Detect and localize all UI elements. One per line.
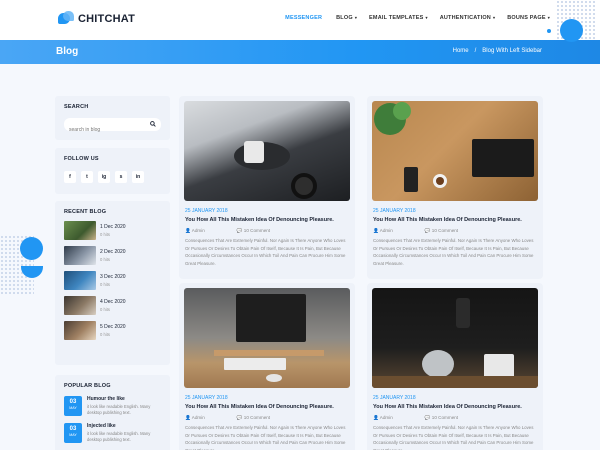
post-author: 👤 Admin — [373, 415, 393, 420]
chevron-down-icon: ▾ — [425, 15, 428, 20]
post-image-illustration — [234, 141, 317, 199]
chevron-down-icon: ▾ — [354, 15, 358, 20]
popular-post[interactable]: 03 MAY Injected like it look like readable… — [64, 423, 161, 443]
post-image — [184, 101, 350, 201]
decorative-dot — [547, 29, 551, 33]
post-date: 25 JANUARY 2018 — [373, 208, 416, 214]
post-title[interactable]: You How All This Mistaken Idea Of Denoun… — [373, 217, 522, 223]
post-excerpt: Consequences That Are Extremely Painful.… — [373, 238, 534, 267]
popular-blog-widget: POPULAR BLOG 03 MAY Humour the like it loo… — [55, 375, 170, 450]
post-image-illustration — [374, 102, 534, 192]
top-header: CHITCHAT MESSENGER BLOG ▾ EMAIL TEMPLATES… — [0, 0, 600, 40]
decorative-circle — [560, 19, 583, 42]
nav-item-authentication[interactable]: AUTHENTICATION ▾ — [440, 15, 496, 21]
date-badge: 03 MAY — [64, 396, 82, 416]
search-widget: SEARCH — [55, 96, 170, 140]
post-meta: 👤 Admin 💬 10 Comment — [185, 415, 302, 421]
post-thumbnail — [64, 296, 96, 315]
widget-title: POPULAR BLOG — [64, 383, 111, 389]
post-title[interactable]: You How All This Mistaken Idea Of Denoun… — [185, 217, 334, 223]
post-meta: 👤 Admin 💬 10 Comment — [373, 415, 490, 421]
post-excerpt: Consequences That Are Extremely Painful.… — [185, 425, 346, 450]
nav-item-blog[interactable]: BLOG ▾ — [336, 15, 357, 21]
popular-post-title: Injected like — [87, 423, 116, 429]
post-excerpt: Consequences That Are Extremely Painful.… — [185, 238, 346, 267]
post-author: 👤 Admin — [373, 228, 393, 233]
breadcrumb-home[interactable]: Home — [453, 48, 469, 54]
page-banner: Blog Home / Blog With Left Sidebar — [0, 40, 600, 64]
post-thumbnail — [64, 221, 96, 240]
post-meta: 👤 Admin 💬 10 Comment — [373, 228, 490, 234]
follow-widget: FOLLOW US f t ig s in — [55, 148, 170, 194]
recent-post[interactable]: 5 Dec 2020 0 hits — [64, 321, 161, 340]
post-date: 25 JANUARY 2018 — [185, 395, 228, 401]
post-image-illustration — [214, 294, 324, 382]
popular-post-text: it look like readable English. Many desk… — [87, 431, 151, 442]
main-nav: MESSENGER BLOG ▾ EMAIL TEMPLATES ▾ AUTHENT… — [273, 15, 550, 21]
brand-name: CHITCHAT — [78, 13, 135, 25]
twitter-icon[interactable]: t — [81, 171, 93, 183]
chat-bubble-icon — [58, 11, 74, 27]
widget-title: FOLLOW US — [64, 156, 99, 162]
breadcrumb-separator: / — [474, 48, 477, 54]
post-author: 👤 Admin — [185, 415, 205, 420]
post-thumbnail — [64, 321, 96, 340]
breadcrumb: Home / Blog With Left Sidebar — [450, 48, 545, 54]
post-image-illustration — [372, 298, 538, 388]
post-title[interactable]: You How All This Mistaken Idea Of Denoun… — [373, 404, 522, 410]
nav-item-messenger[interactable]: MESSENGER — [285, 15, 324, 21]
post-title[interactable]: You How All This Mistaken Idea Of Denoun… — [185, 404, 334, 410]
facebook-icon[interactable]: f — [64, 171, 76, 183]
post-author: 👤 Admin — [185, 228, 205, 233]
post-meta: 👤 Admin 💬 10 Comment — [185, 228, 302, 234]
recent-post[interactable]: 2 Dec 2020 0 hits — [64, 246, 161, 265]
breadcrumb-current: Blog With Left Sidebar — [482, 48, 542, 54]
recent-post[interactable]: 4 Dec 2020 0 hits — [64, 296, 161, 315]
widget-title: SEARCH — [64, 104, 89, 110]
skype-icon[interactable]: s — [115, 171, 127, 183]
post-comments[interactable]: 💬 10 Comment — [237, 415, 286, 421]
post-comments[interactable]: 💬 10 Comment — [425, 415, 474, 421]
blog-post-card[interactable]: 25 JANUARY 2018 You How All This Mistake… — [367, 283, 543, 450]
date-badge: 03 MAY — [64, 423, 82, 443]
popular-post[interactable]: 03 MAY Humour the like it look like readab… — [64, 396, 161, 416]
recent-blog-widget: RECENT BLOG 1 Dec 2020 0 hits 2 Dec 2020 0… — [55, 201, 170, 365]
recent-post[interactable]: 1 Dec 2020 0 hits — [64, 221, 161, 240]
post-image — [372, 288, 538, 388]
post-comments[interactable]: 💬 10 Comment — [237, 228, 286, 234]
post-date: 25 JANUARY 2018 — [185, 208, 228, 214]
post-thumbnail — [64, 246, 96, 265]
recent-post[interactable]: 3 Dec 2020 0 hits — [64, 271, 161, 290]
popular-post-text: it look like readable English. Many desk… — [87, 404, 151, 415]
post-image — [372, 101, 538, 201]
chevron-down-icon: ▾ — [492, 15, 496, 20]
popular-post-title: Humour the like — [87, 396, 125, 402]
instagram-icon[interactable]: ig — [98, 171, 110, 183]
linkedin-icon[interactable]: in — [132, 171, 144, 183]
nav-item-bouns-page[interactable]: BOUNS PAGE ▾ — [507, 15, 550, 21]
chevron-down-icon: ▾ — [547, 15, 550, 20]
decorative-circle — [20, 237, 43, 260]
blog-post-card[interactable]: 25 JANUARY 2018 You How All This Mistake… — [367, 96, 543, 279]
brand-logo[interactable]: CHITCHAT — [58, 11, 135, 27]
page-title: Blog — [56, 46, 79, 57]
post-excerpt: Consequences That Are Extremely Painful.… — [373, 425, 534, 450]
search-box — [64, 118, 161, 137]
post-date: 25 JANUARY 2018 — [373, 395, 416, 401]
search-icon[interactable] — [150, 121, 156, 127]
blog-post-card[interactable]: 25 JANUARY 2018 You How All This Mistake… — [179, 96, 355, 279]
social-links: f t ig s in — [64, 171, 161, 183]
search-input[interactable] — [64, 123, 144, 137]
widget-title: RECENT BLOG — [64, 209, 107, 215]
post-thumbnail — [64, 271, 96, 290]
nav-item-email-templates[interactable]: EMAIL TEMPLATES ▾ — [369, 15, 428, 21]
post-image — [184, 288, 350, 388]
blog-post-card[interactable]: 25 JANUARY 2018 You How All This Mistake… — [179, 283, 355, 450]
post-comments[interactable]: 💬 10 Comment — [425, 228, 474, 234]
